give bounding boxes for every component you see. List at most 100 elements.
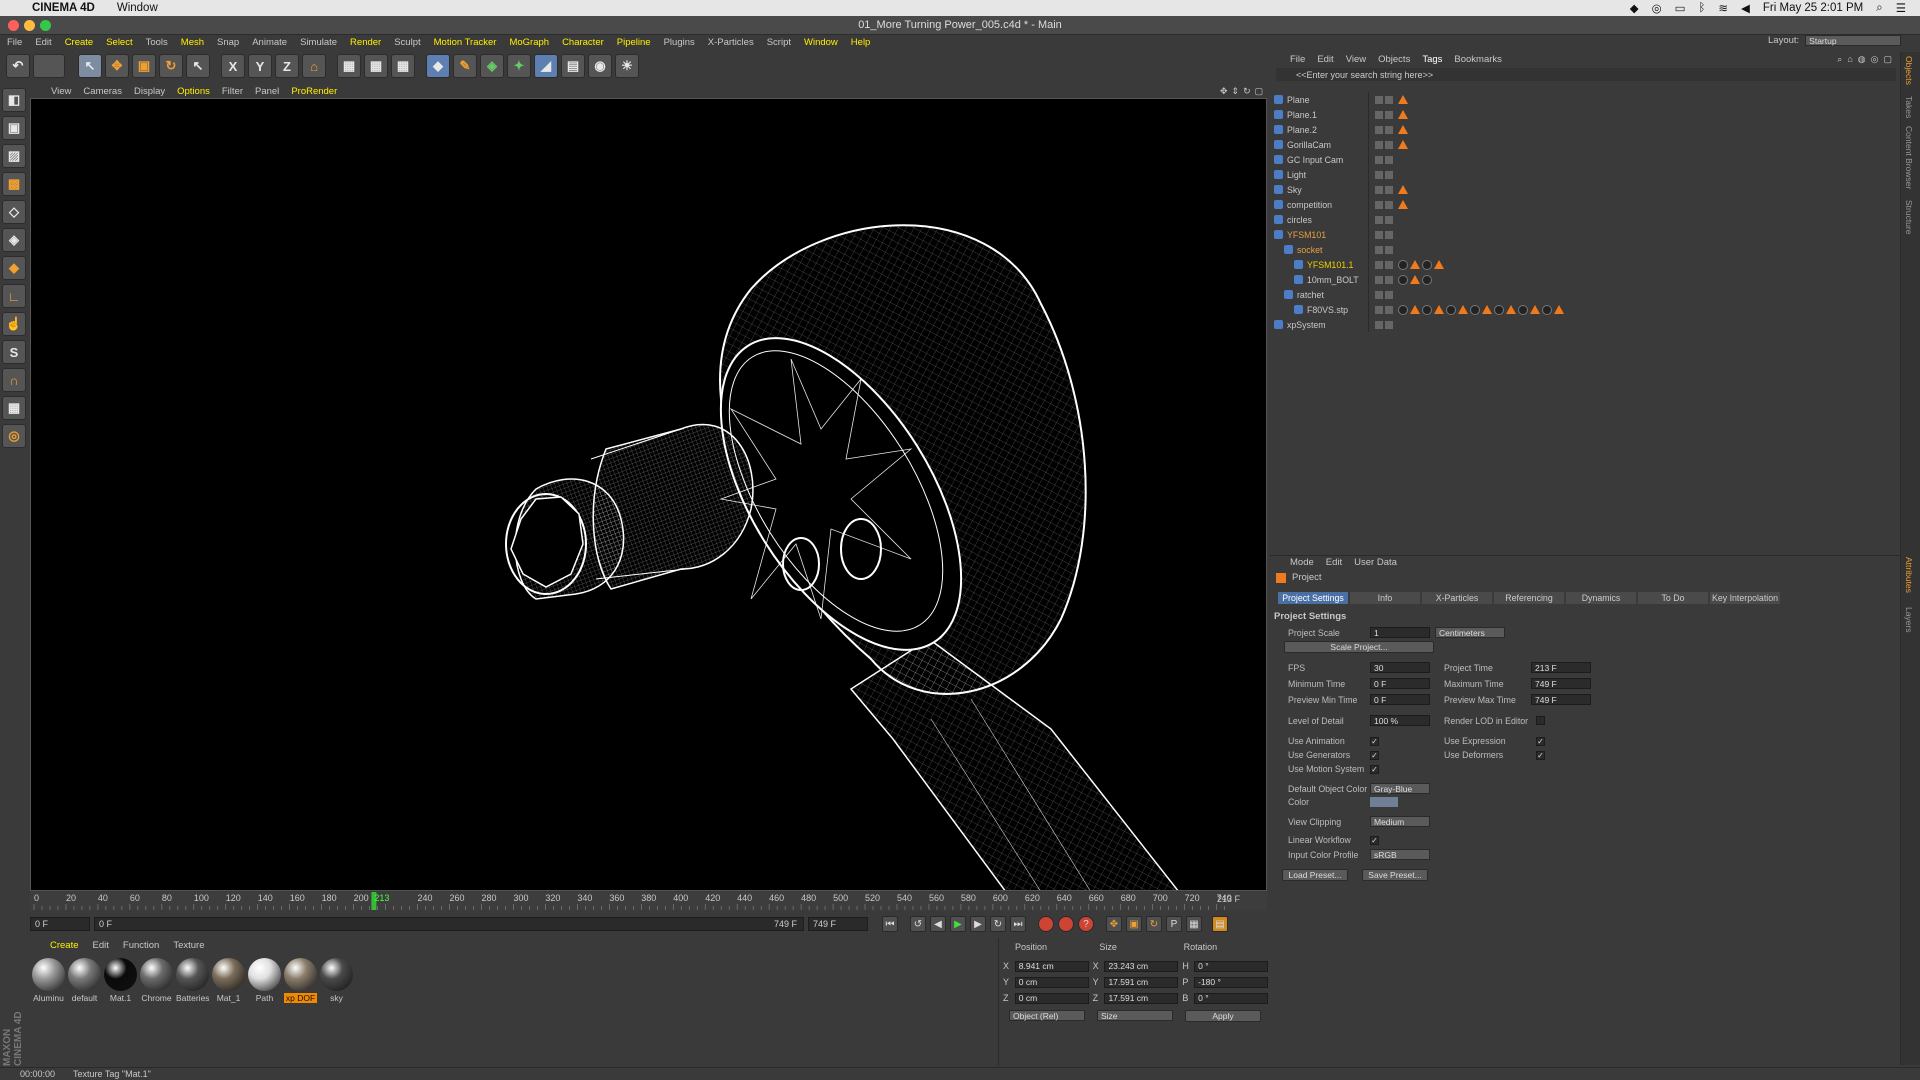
texture-tag-icon[interactable]	[1530, 305, 1540, 314]
menu-create[interactable]: Create	[65, 37, 94, 48]
texture-tag-icon[interactable]	[1458, 305, 1468, 314]
tweak-icon[interactable]: ☝	[2, 312, 26, 336]
editor-visibility-dot[interactable]	[1375, 305, 1383, 314]
tag-icon[interactable]	[1398, 200, 1408, 209]
object-row[interactable]: 10mm_BOLT	[1270, 272, 1900, 287]
end-frame-field[interactable]: 749 F	[808, 917, 868, 931]
axis-mode-icon[interactable]: ∟	[2, 284, 26, 308]
texture-tag-icon[interactable]	[1506, 305, 1516, 314]
texture-tag-icon[interactable]	[1410, 275, 1420, 284]
coord-field[interactable]: 0 cm	[1014, 992, 1089, 1004]
tag-icon[interactable]	[1398, 140, 1408, 149]
object-search-input[interactable]: <<Enter your search string here>>	[1276, 68, 1896, 81]
objmgr-menu-file[interactable]: File	[1290, 54, 1305, 65]
project-time-field[interactable]: 213 F	[1531, 662, 1591, 673]
object-row[interactable]: F80VS.stp	[1270, 302, 1900, 317]
menu-edit[interactable]: Edit	[35, 37, 51, 48]
material-swatch[interactable]: Path	[248, 958, 281, 1003]
viewport-menu-display[interactable]: Display	[134, 86, 165, 97]
material-tag-icon[interactable]	[1542, 304, 1552, 315]
go-to-end-icon[interactable]: ⏭	[1010, 916, 1026, 932]
render-visibility-dot[interactable]	[1385, 170, 1393, 179]
objmgr-menu-tags[interactable]: Tags	[1422, 54, 1442, 65]
object-row[interactable]: YFSM101.1	[1270, 257, 1900, 272]
key-parameter-icon[interactable]: P	[1166, 916, 1182, 932]
scale-icon[interactable]: ▣	[132, 54, 156, 78]
tag-icon[interactable]	[1398, 185, 1408, 194]
editor-visibility-dot[interactable]	[1375, 110, 1383, 119]
material-tag-icon[interactable]	[1398, 274, 1408, 285]
size-mode-dropdown[interactable]: Size	[1097, 1010, 1173, 1021]
material-swatch[interactable]: Chrome	[140, 958, 173, 1003]
move-icon[interactable]: ✥	[105, 54, 129, 78]
fps-field[interactable]: 30	[1370, 662, 1430, 673]
project-scale-field[interactable]: 1	[1370, 627, 1430, 638]
render-lod-checkbox[interactable]	[1536, 716, 1545, 725]
texture-tag-icon[interactable]	[1434, 260, 1444, 269]
material-tag-icon[interactable]	[1422, 259, 1432, 270]
use-generators-checkbox[interactable]: ✓	[1370, 750, 1379, 760]
max-time-field[interactable]: 749 F	[1531, 678, 1591, 689]
texture-tag-icon[interactable]	[1434, 305, 1444, 314]
render-visibility-dot[interactable]	[1385, 110, 1393, 119]
preview-min-field[interactable]: 0 F	[1370, 694, 1430, 705]
editor-visibility-dot[interactable]	[1375, 155, 1383, 164]
render-visibility-dot[interactable]	[1385, 290, 1393, 299]
object-row[interactable]: YFSM101	[1270, 227, 1900, 242]
workplane-lock-icon[interactable]: ▦	[2, 396, 26, 420]
tab-structure[interactable]: Structure	[1904, 200, 1914, 235]
key-position-icon[interactable]: ✥	[1106, 916, 1122, 932]
sync-icon[interactable]: ◎	[1652, 1, 1662, 15]
texture-tag-icon[interactable]	[1554, 305, 1564, 314]
object-row[interactable]: Plane.1	[1270, 107, 1900, 122]
coord-mode-dropdown[interactable]: Object (Rel)	[1009, 1010, 1085, 1021]
polygons-mode-icon[interactable]: ◆	[2, 256, 26, 280]
objmgr-menu-bookmarks[interactable]: Bookmarks	[1454, 54, 1502, 65]
array-icon[interactable]: ✦	[507, 54, 531, 78]
objmgr-menu-objects[interactable]: Objects	[1378, 54, 1410, 65]
editor-visibility-dot[interactable]	[1375, 185, 1383, 194]
editor-visibility-dot[interactable]	[1375, 275, 1383, 284]
play-icon[interactable]: ▶	[950, 916, 966, 932]
material-swatch[interactable]: sky	[320, 958, 353, 1003]
z-axis-lock-icon[interactable]: Z	[275, 54, 299, 78]
use-animation-checkbox[interactable]: ✓	[1370, 736, 1379, 746]
next-key-icon[interactable]: ↻	[990, 916, 1006, 932]
editor-visibility-dot[interactable]	[1375, 260, 1383, 269]
coord-field[interactable]: -180 °	[1194, 976, 1269, 988]
attr-menu-user-data[interactable]: User Data	[1354, 557, 1397, 568]
viewport-menu-cameras[interactable]: Cameras	[83, 86, 122, 97]
pen-icon[interactable]: ✎	[453, 54, 477, 78]
timeline-end-field[interactable]: 213 F	[1217, 894, 1267, 904]
object-row[interactable]: socket	[1270, 242, 1900, 257]
lock-icon[interactable]: ◍	[1858, 54, 1866, 65]
next-frame-icon[interactable]: ▶	[970, 916, 986, 932]
material-menu-create[interactable]: Create	[50, 940, 79, 952]
clock[interactable]: Fri May 25 2:01 PM	[1763, 2, 1863, 14]
object-row[interactable]: circles	[1270, 212, 1900, 227]
menu-file[interactable]: File	[7, 37, 22, 48]
maximize-icon[interactable]: ▢	[1255, 86, 1264, 97]
coord-field[interactable]: 0 °	[1194, 960, 1269, 972]
render-visibility-dot[interactable]	[1385, 230, 1393, 239]
start-frame-field[interactable]: 0 F	[30, 917, 90, 931]
deformer-icon[interactable]: ◢	[534, 54, 558, 78]
tab-info[interactable]: Info	[1350, 592, 1420, 604]
editor-visibility-dot[interactable]	[1375, 215, 1383, 224]
menu-animate[interactable]: Animate	[252, 37, 287, 48]
timeline-ruler[interactable]: 0 20 40 60 80 100 120 140 160 180 200 213 240 260 280 3…	[30, 892, 1267, 910]
menu-simulate[interactable]: Simulate	[300, 37, 337, 48]
last-tool-icon[interactable]: ↖	[186, 54, 210, 78]
minimize-window-button[interactable]	[24, 20, 35, 31]
tab-content-browser[interactable]: Content Browser	[1904, 126, 1914, 189]
material-tag-icon[interactable]	[1494, 304, 1504, 315]
render-visibility-dot[interactable]	[1385, 305, 1393, 314]
menu-tools[interactable]: Tools	[146, 37, 168, 48]
light-icon[interactable]: ☀	[615, 54, 639, 78]
tab-to-do[interactable]: To Do	[1638, 592, 1708, 604]
model-mode-icon[interactable]: ▣	[2, 116, 26, 140]
save-preset-button[interactable]: Save Preset...	[1362, 869, 1428, 881]
key-scale-icon[interactable]: ▣	[1126, 916, 1142, 932]
menu-render[interactable]: Render	[350, 37, 381, 48]
timeline-window-icon[interactable]: ▤	[1212, 916, 1228, 932]
